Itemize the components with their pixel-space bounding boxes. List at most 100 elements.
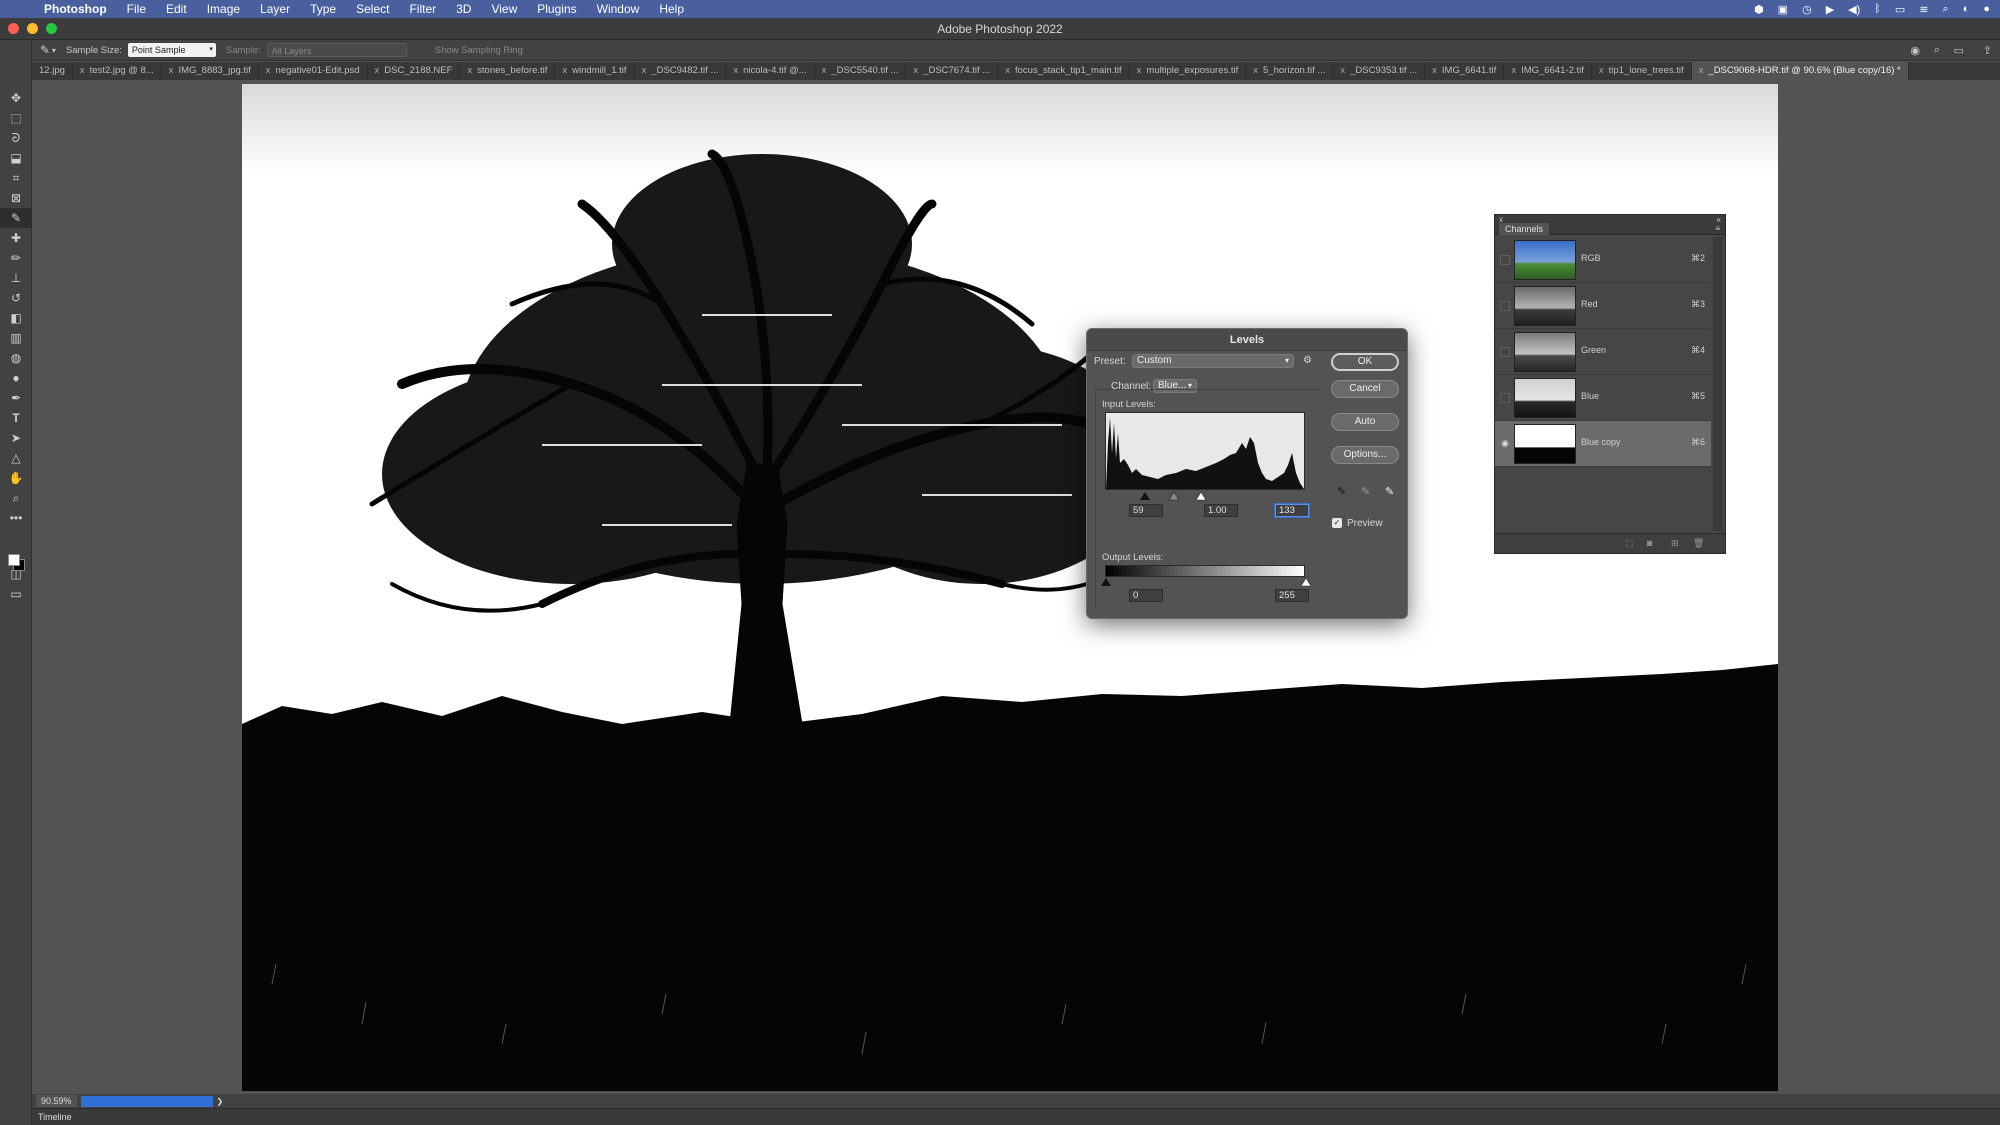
channel-row-green[interactable]: Green ⌘4 [1495, 329, 1711, 375]
input-black-slider[interactable] [1140, 492, 1150, 500]
doc-tab[interactable]: x negative01-Edit.psd [259, 62, 368, 80]
menu-window[interactable]: Window [587, 0, 650, 18]
channels-scrollbar[interactable] [1713, 237, 1723, 531]
location-icon[interactable]: ⬢ [1754, 3, 1764, 16]
sample-select[interactable]: All Layers [266, 43, 407, 57]
dodge-tool-icon[interactable]: ● [0, 368, 32, 388]
doc-tab[interactable]: x test2.jpg @ 8... [73, 62, 162, 80]
preset-options-gear-icon[interactable]: ⚙ [1303, 355, 1312, 366]
close-icon[interactable]: x [1253, 65, 1258, 76]
close-icon[interactable]: x [375, 65, 380, 76]
zoom-window-button[interactable] [46, 23, 57, 34]
menu-edit[interactable]: Edit [156, 0, 197, 18]
input-white-field[interactable]: 133 [1275, 504, 1309, 517]
close-icon[interactable]: x [1137, 65, 1142, 76]
input-sliders[interactable] [1101, 491, 1311, 501]
doc-tab[interactable]: x windmill_1.tif [555, 62, 635, 80]
close-icon[interactable]: x [1340, 65, 1345, 76]
visibility-toggle[interactable] [1500, 301, 1510, 311]
siri-icon[interactable]: ● [1983, 3, 1990, 15]
input-gamma-slider[interactable] [1168, 491, 1180, 501]
search-icon[interactable]: ⌕ [1943, 3, 1949, 16]
chevron-right-icon[interactable]: ❯ [217, 1097, 224, 1106]
eye-icon[interactable]: ◉ [1499, 437, 1511, 449]
menu-3d[interactable]: 3D [446, 0, 481, 18]
close-icon[interactable]: x [1599, 65, 1604, 76]
user-icon[interactable]: ◉ [1910, 44, 1920, 57]
load-selection-icon[interactable]: ⬚ [1625, 538, 1634, 549]
doc-tab[interactable]: x IMG_8883_jpg.tif [162, 62, 259, 80]
object-select-tool-icon[interactable]: ⬓ [0, 148, 32, 168]
collapse-icon[interactable]: « [1717, 215, 1721, 224]
eyedropper-tool-icon[interactable]: ✎ [0, 208, 32, 228]
doc-tab[interactable]: x stones_before.tif [460, 62, 556, 80]
auto-button[interactable]: Auto [1331, 413, 1399, 431]
visibility-toggle[interactable] [1500, 347, 1510, 357]
close-icon[interactable]: x [733, 65, 738, 76]
doc-tab[interactable]: x multiple_exposures.tif [1130, 62, 1247, 80]
visibility-toggle[interactable] [1500, 255, 1510, 265]
preview-checkbox[interactable]: ✓ [1332, 518, 1342, 528]
doc-tab[interactable]: x _DSC9353.tif ... [1333, 62, 1426, 80]
panel-menu-icon[interactable]: ≡ [1715, 224, 1720, 233]
channels-tab[interactable]: Channels [1499, 223, 1550, 235]
clock-icon[interactable]: ◷ [1802, 3, 1812, 16]
eyedropper-icon[interactable]: ✎ [40, 43, 50, 57]
menu-help[interactable]: Help [649, 0, 694, 18]
doc-tab[interactable]: x _DSC7674.tif ... [906, 62, 999, 80]
trash-icon[interactable]: 🗑 [1693, 538, 1704, 549]
channel-row-rgb[interactable]: RGB ⌘2 [1495, 237, 1711, 283]
doc-tab[interactable]: x DSC_2188.NEF [368, 62, 461, 80]
options-button[interactable]: Options... [1331, 446, 1399, 464]
gray-point-eyedropper-icon[interactable]: ✎ [1361, 485, 1370, 498]
white-point-eyedropper-icon[interactable]: ✎ [1385, 485, 1394, 498]
channel-row-red[interactable]: Red ⌘3 [1495, 283, 1711, 329]
ok-button[interactable]: OK [1331, 353, 1399, 371]
visibility-toggle[interactable] [1500, 393, 1510, 403]
zoom-tool-icon[interactable]: ⌕ [0, 488, 32, 508]
output-sliders[interactable] [1101, 577, 1311, 587]
play-icon[interactable]: ▶ [1826, 3, 1834, 16]
lasso-tool-icon[interactable]: ᘐ [0, 128, 32, 148]
menu-app-name[interactable]: Photoshop [34, 0, 117, 18]
input-black-field[interactable]: 59 [1129, 504, 1163, 517]
channel-select[interactable]: Blue... ▾ [1153, 379, 1197, 393]
clone-stamp-tool-icon[interactable]: ⊥ [0, 268, 32, 288]
menu-type[interactable]: Type [300, 0, 346, 18]
shape-tool-icon[interactable]: △ [0, 448, 32, 468]
output-black-slider[interactable] [1101, 578, 1111, 586]
chevron-down-icon[interactable]: ▾ [52, 46, 56, 55]
screen-mode-icon[interactable]: ▭ [0, 584, 32, 604]
workspace-icon[interactable]: ▭ [1954, 44, 1964, 57]
close-icon[interactable]: x [822, 65, 827, 76]
menu-select[interactable]: Select [346, 0, 399, 18]
menu-image[interactable]: Image [197, 0, 250, 18]
wifi-icon[interactable]: ≋ [1919, 3, 1928, 16]
doc-tab[interactable]: x IMG_6641-2.tif [1504, 62, 1592, 80]
type-tool-icon[interactable]: T [0, 408, 32, 428]
doc-tab[interactable]: x IMG_6641.tif [1425, 62, 1505, 80]
doc-tab[interactable]: x nicola-4.tif @... [726, 62, 815, 80]
control-center-icon[interactable]: ◐ [1963, 3, 1970, 15]
menu-filter[interactable]: Filter [399, 0, 446, 18]
save-selection-icon[interactable]: ◙ [1647, 538, 1652, 548]
foreground-color-swatch[interactable] [8, 554, 20, 566]
close-icon[interactable]: x [562, 65, 567, 76]
menu-view[interactable]: View [481, 0, 527, 18]
frame-tool-icon[interactable]: ⊠ [0, 188, 32, 208]
gradient-tool-icon[interactable]: ▥ [0, 328, 32, 348]
brush-tool-icon[interactable]: ✏ [0, 248, 32, 268]
eraser-tool-icon[interactable]: ◧ [0, 308, 32, 328]
input-white-slider[interactable] [1195, 491, 1207, 501]
zoom-level-field[interactable]: 90.59% [36, 1095, 77, 1107]
timeline-panel-tab[interactable]: Timeline [32, 1108, 2000, 1125]
minimize-window-button[interactable] [27, 23, 38, 34]
doc-tab-active[interactable]: x _DSC9068-HDR.tif @ 90.6% (Blue copy/16)… [1691, 62, 1909, 80]
output-white-slider[interactable] [1300, 577, 1311, 587]
close-icon[interactable]: x [1432, 65, 1437, 76]
doc-tab[interactable]: x 5_horizon.tif ... [1246, 62, 1334, 80]
close-icon[interactable]: x [1511, 65, 1516, 76]
screen-icon[interactable]: ▣ [1778, 3, 1788, 16]
close-icon[interactable]: x [266, 65, 271, 76]
healing-tool-icon[interactable]: ✚ [0, 228, 32, 248]
